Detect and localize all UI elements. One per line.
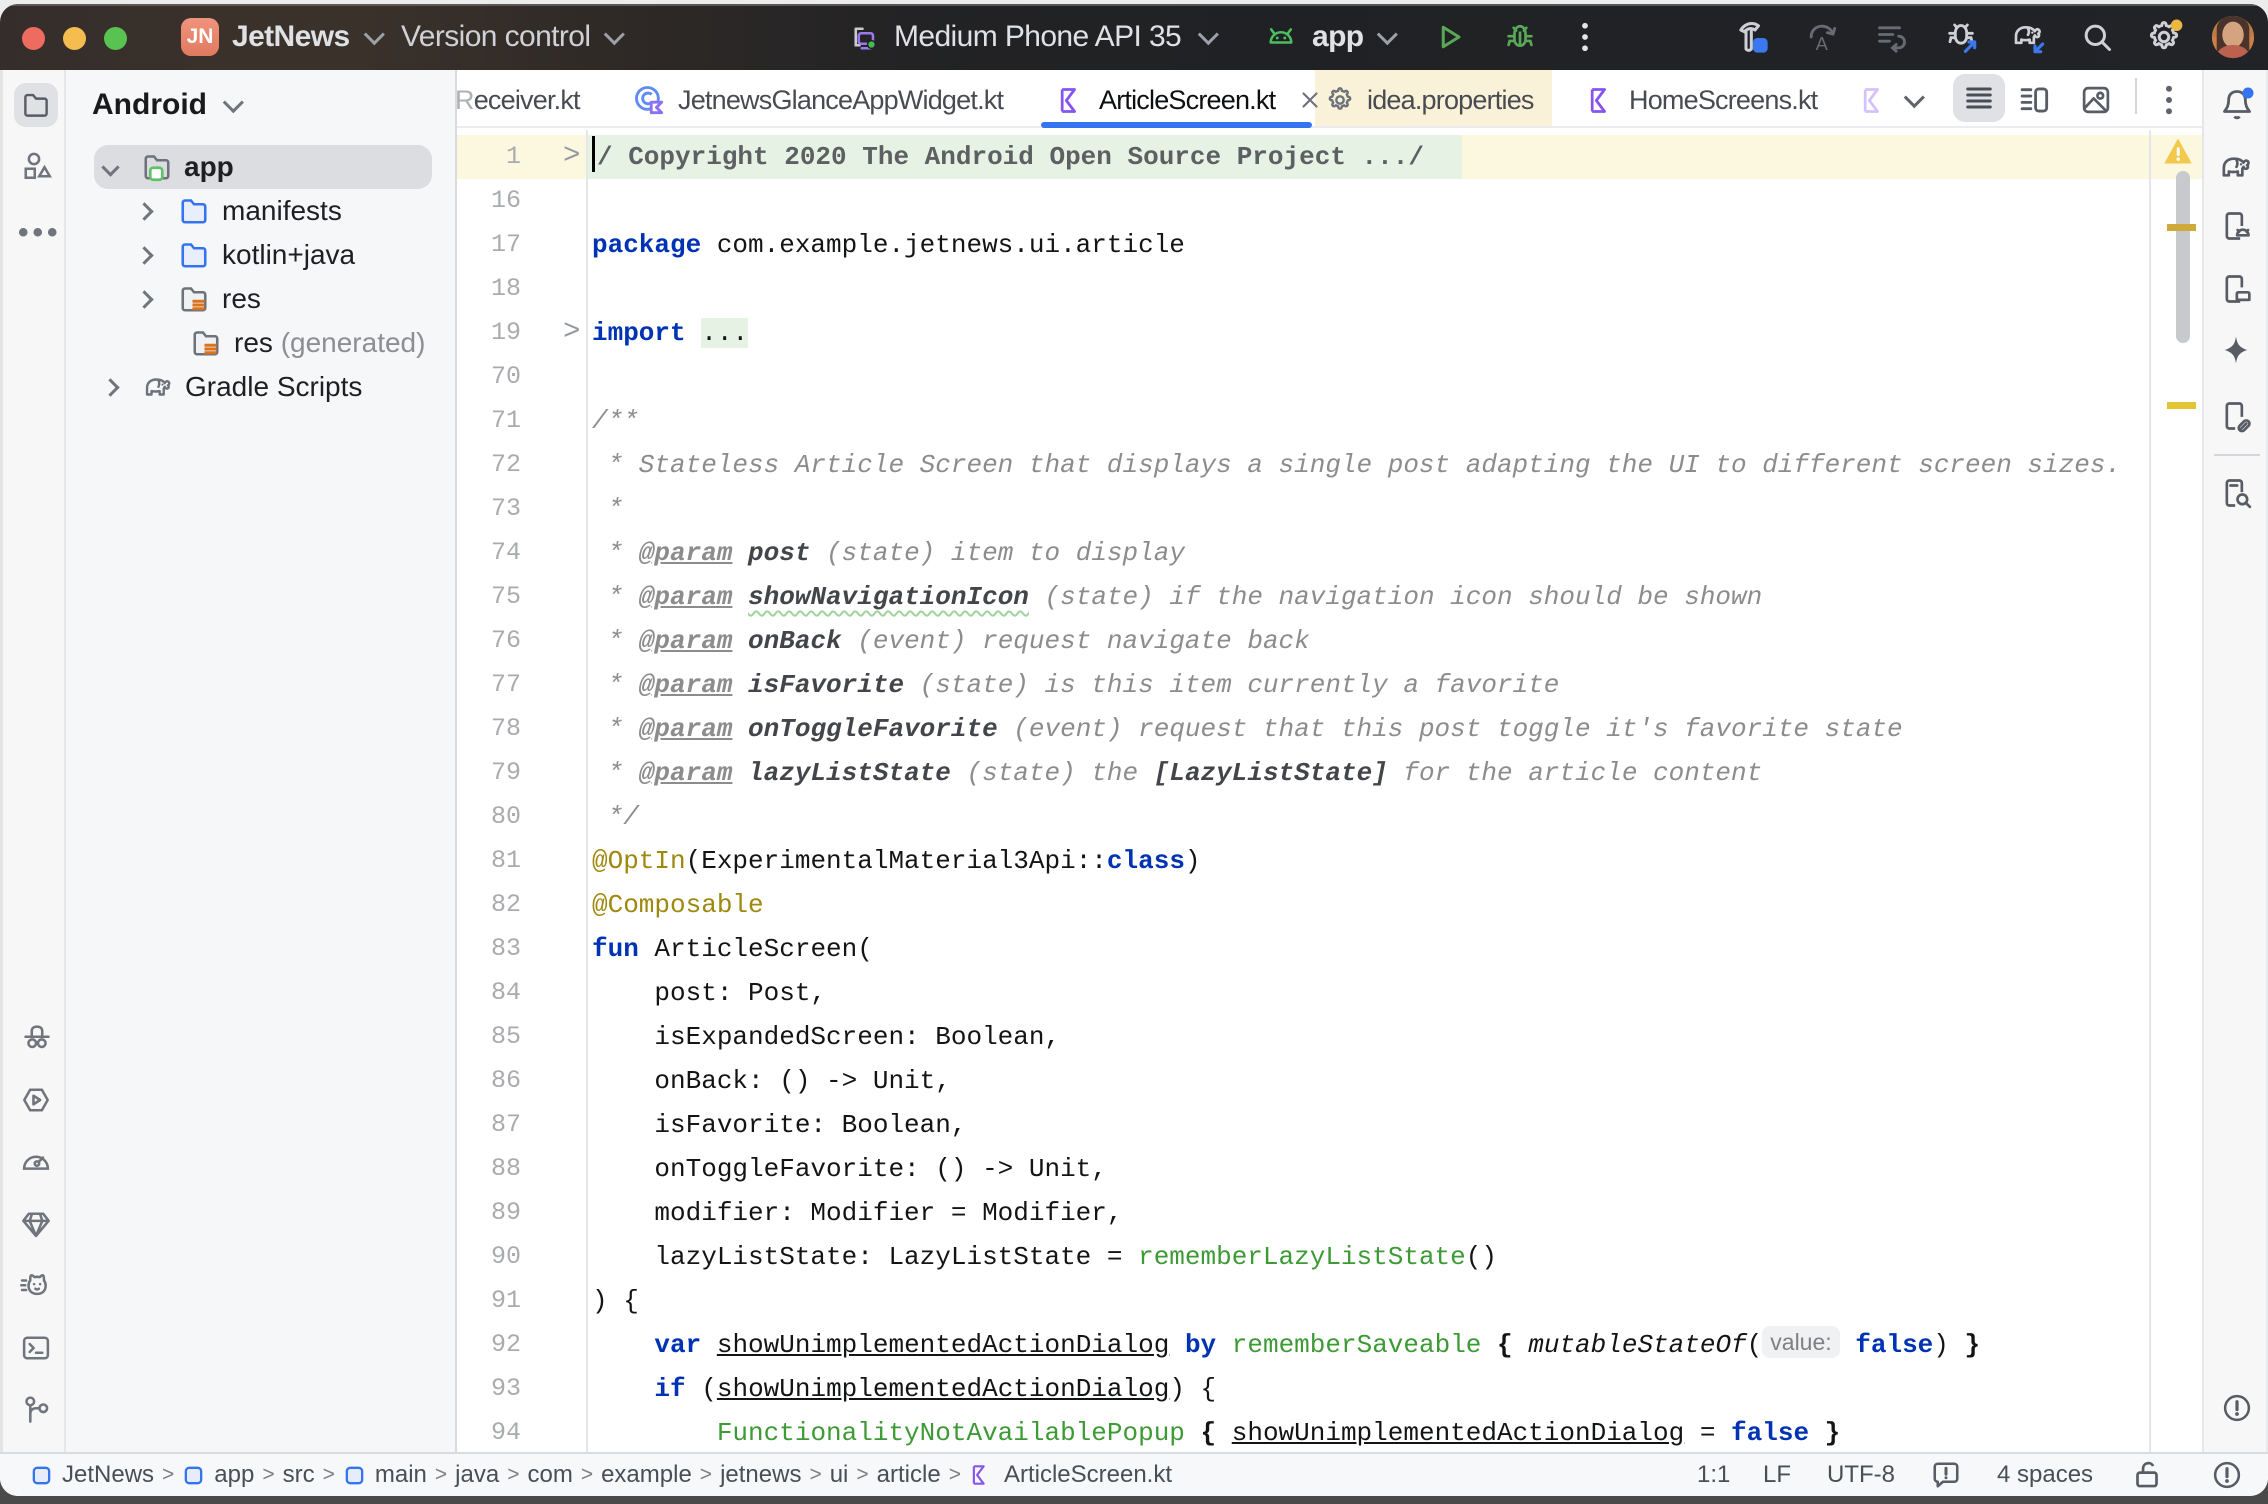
svg-text:A: A	[1816, 33, 1829, 54]
